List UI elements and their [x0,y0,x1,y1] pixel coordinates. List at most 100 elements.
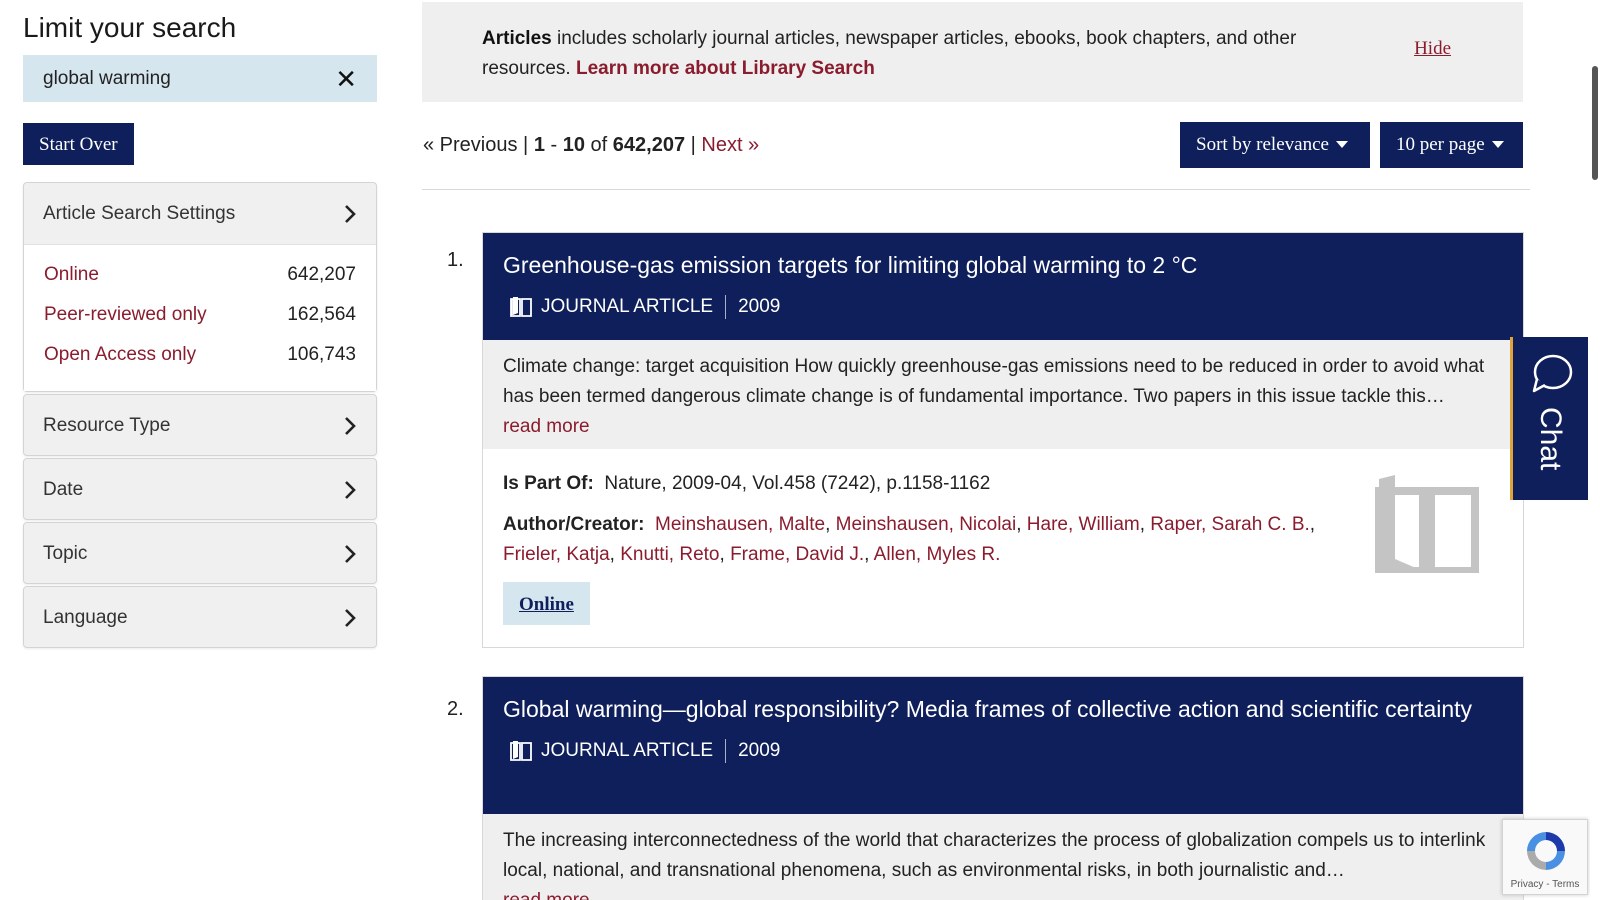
snippet-text: Climate change: target acquisition How q… [503,356,1485,407]
search-constraint: global warming ✕ [23,55,377,102]
facet-language[interactable]: Language [23,586,377,648]
result-card: Greenhouse-gas emission targets for limi… [482,232,1524,648]
book-icon [1375,475,1479,573]
constraint-query: global warming [43,67,171,89]
result-meta: JOURNAL ARTICLE 2009 [503,292,1503,322]
book-icon [510,297,532,317]
facet-item: Open Access only 106,743 [44,335,356,375]
facet-count: 106,743 [287,344,356,365]
result-number: 1. [447,249,464,271]
result-year: 2009 [738,740,781,761]
facet-header[interactable]: Topic [24,523,376,584]
pager-separator: | [685,134,702,156]
author-link[interactable]: Knutti, Reto [620,544,719,565]
facet-title: Resource Type [43,414,171,436]
facet-header[interactable]: Date [24,459,376,520]
previous-link: « Previous [423,134,518,156]
chevron-right-icon [345,204,356,223]
range-dash: - [544,134,563,156]
sidebar: Limit your search global warming ✕ Start… [23,0,377,648]
sort-dropdown-button[interactable]: Sort by relevance [1180,122,1370,168]
meta-divider [725,295,727,319]
recaptcha-badge[interactable]: Privacy - Terms [1502,819,1588,895]
author-link[interactable]: Hare, William [1027,514,1140,535]
author-link[interactable]: Meinshausen, Malte [655,514,825,535]
facet-title: Topic [43,542,88,564]
caret-down-icon [1491,140,1504,148]
total-count: 642,207 [612,134,686,156]
facet-topic[interactable]: Topic [23,522,377,584]
articles-info-text: Articles includes scholarly journal arti… [482,24,1302,84]
facet-header[interactable]: Resource Type [24,395,376,456]
result-snippet: Climate change: target acquisition How q… [483,340,1523,449]
recaptcha-icon [1527,832,1565,870]
scrollbar-thumb[interactable] [1592,66,1598,180]
author-link[interactable]: Frame, David J. [730,544,864,565]
result-year: 2009 [738,296,781,317]
facet-body: Online 642,207 Peer-reviewed only 162,56… [24,244,376,391]
close-icon[interactable]: ✕ [335,66,357,92]
facet-item: Online 642,207 [44,255,356,295]
author-link[interactable]: Allen, Myles R. [874,544,1001,565]
online-access-button[interactable]: Online [503,582,590,625]
facet-item-peer-reviewed[interactable]: Peer-reviewed only [44,304,207,326]
result-title-link[interactable]: Greenhouse-gas emission targets for limi… [503,251,1503,280]
result-details: Is Part Of: Nature, 2009-04, Vol.458 (72… [483,449,1523,647]
per-page-label: 10 per page [1396,134,1485,155]
result-header: Global warming—global responsibility? Me… [483,677,1523,814]
articles-info-box: Articles includes scholarly journal arti… [422,2,1523,102]
read-more-link[interactable]: read more [503,886,1503,900]
is-part-of: Is Part Of: Nature, 2009-04, Vol.458 (72… [503,469,1503,499]
facet-article-search-settings: Article Search Settings Online 642,207 P… [23,182,377,392]
chat-tab[interactable]: Chat [1510,337,1588,500]
range-of: of [584,134,613,156]
facet-title: Language [43,606,128,628]
result-card: Global warming—global responsibility? Me… [482,676,1524,900]
facet-header[interactable]: Article Search Settings [24,183,376,244]
result-title-link[interactable]: Global warming—global responsibility? Me… [503,695,1483,724]
limit-search-heading: Limit your search [23,12,237,43]
pagination: « Previous | 1 - 10 of 642,207 | Next » [423,134,759,157]
chat-label: Chat [1534,407,1567,471]
is-part-of-value: Nature, 2009-04, Vol.458 (7242), p.1158-… [604,473,991,494]
results-toolbar: « Previous | 1 - 10 of 642,207 | Next » … [422,122,1530,190]
start-over-button[interactable]: Start Over [23,123,134,165]
facet-count: 162,564 [287,304,356,325]
facet-title: Article Search Settings [43,202,236,224]
hide-link[interactable]: Hide [1414,38,1451,60]
author-creator: Author/Creator: Meinshausen, Malte, Mein… [503,514,1316,565]
learn-more-link[interactable]: Learn more about Library Search [576,58,875,79]
facet-date[interactable]: Date [23,458,377,520]
next-link[interactable]: Next » [701,134,759,156]
facet-header[interactable]: Language [24,587,376,648]
facet-item-open-access[interactable]: Open Access only [44,344,196,366]
chat-bubble-icon [1532,354,1573,393]
pager-separator: | [517,134,534,156]
author-link[interactable]: Frieler, Katja [503,544,610,565]
result-number: 2. [447,698,464,720]
result-type: JOURNAL ARTICLE [541,296,714,317]
chevron-right-icon [345,544,356,563]
facet-title: Date [43,478,84,500]
caret-down-icon [1335,140,1348,148]
result-snippet: The increasing interconnectedness of the… [483,814,1523,900]
recaptcha-terms[interactable]: Privacy - Terms [1503,879,1587,890]
per-page-dropdown-button[interactable]: 10 per page [1380,122,1523,168]
read-more-link[interactable]: read more [503,412,1503,442]
chevron-right-icon [345,416,356,435]
facet-item-online[interactable]: Online [44,264,99,286]
range-start: 1 [533,134,545,156]
is-part-of-label: Is Part Of: [503,473,594,494]
articles-bold-label: Articles [482,28,552,49]
snippet-text: The increasing interconnectedness of the… [503,830,1486,881]
facet-resource-type[interactable]: Resource Type [23,394,377,456]
author-link[interactable]: Raper, Sarah C. B. [1150,514,1309,535]
meta-divider [725,739,727,763]
range-end: 10 [562,134,585,156]
page-scrollbar[interactable] [1590,0,1600,900]
author-link[interactable]: Meinshausen, Nicolai [836,514,1017,535]
facet-count: 642,207 [287,264,356,285]
book-icon [510,741,532,761]
result-type: JOURNAL ARTICLE [541,740,714,761]
facet-item: Peer-reviewed only 162,564 [44,295,356,335]
